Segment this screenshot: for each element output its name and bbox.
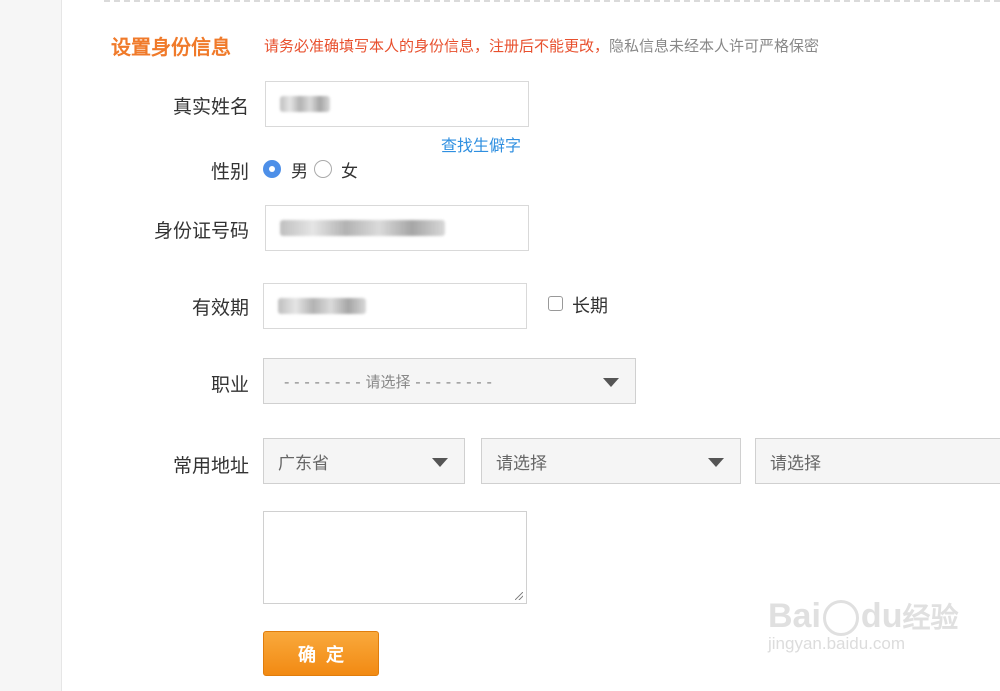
name-input[interactable] bbox=[265, 81, 529, 127]
province-select[interactable]: 广东省 bbox=[263, 438, 465, 484]
gender-female-radio[interactable] bbox=[314, 160, 332, 178]
rare-char-link[interactable]: 查找生僻字 bbox=[441, 132, 521, 156]
city-select[interactable]: 请选择 bbox=[481, 438, 741, 484]
chevron-down-icon bbox=[603, 378, 619, 387]
occupation-select[interactable]: - - - - - - - - 请选择 - - - - - - - - bbox=[263, 358, 636, 404]
gender-female-label[interactable]: 女 bbox=[341, 157, 358, 182]
validity-input[interactable] bbox=[263, 283, 527, 329]
validity-value-redacted bbox=[278, 298, 366, 314]
gender-male-radio[interactable] bbox=[263, 160, 281, 178]
id-number-input[interactable] bbox=[265, 205, 529, 251]
long-term-label[interactable]: 长期 bbox=[572, 292, 608, 318]
gender-label: 性别 bbox=[210, 161, 249, 183]
paw-icon bbox=[822, 600, 859, 637]
district-select[interactable]: 请选择 bbox=[755, 438, 1000, 484]
top-divider bbox=[104, 0, 1000, 2]
city-select-value: 请选择 bbox=[496, 453, 547, 474]
id-number-value-redacted bbox=[280, 220, 445, 236]
long-term-checkbox[interactable] bbox=[548, 296, 563, 311]
chevron-down-icon bbox=[708, 458, 724, 467]
occupation-label: 职业 bbox=[210, 374, 249, 396]
resize-grip-icon[interactable] bbox=[515, 592, 523, 600]
chevron-down-icon bbox=[432, 458, 448, 467]
watermark-brand-tail: du bbox=[860, 597, 903, 635]
section-title: 设置身份信息 bbox=[111, 35, 231, 59]
submit-button[interactable]: 确定 bbox=[263, 631, 379, 676]
district-select-value: 请选择 bbox=[770, 453, 821, 474]
baidu-logo: Bai du经验 bbox=[768, 596, 959, 637]
watermark-brand-cn: 经验 bbox=[902, 602, 959, 633]
watermark-brand: Bai bbox=[768, 597, 821, 635]
gender-male-label[interactable]: 男 bbox=[291, 157, 308, 182]
id-number-label: 身份证号码 bbox=[153, 220, 249, 242]
watermark-domain: jingyan.baidu.com bbox=[768, 634, 906, 654]
address-detail-textarea[interactable] bbox=[263, 511, 527, 604]
name-label: 真实姓名 bbox=[172, 96, 249, 118]
section-notice: 请务必准确填写本人的身份信息，注册后不能更改，隐私信息未经本人许可严格保密 bbox=[264, 35, 819, 56]
validity-label: 有效期 bbox=[191, 297, 249, 319]
notice-warning: 请务必准确填写本人的身份信息，注册后不能更改， bbox=[264, 37, 610, 55]
occupation-select-value: - - - - - - - - 请选择 - - - - - - - - bbox=[284, 372, 492, 391]
left-gutter bbox=[0, 0, 61, 691]
name-value-redacted bbox=[280, 96, 330, 112]
address-label: 常用地址 bbox=[172, 455, 249, 477]
baidu-watermark: Bai du经验 jingyan.baidu.com bbox=[768, 596, 958, 654]
notice-privacy: 隐私信息未经本人许可严格保密 bbox=[609, 37, 820, 55]
province-select-value: 广东省 bbox=[278, 453, 329, 474]
